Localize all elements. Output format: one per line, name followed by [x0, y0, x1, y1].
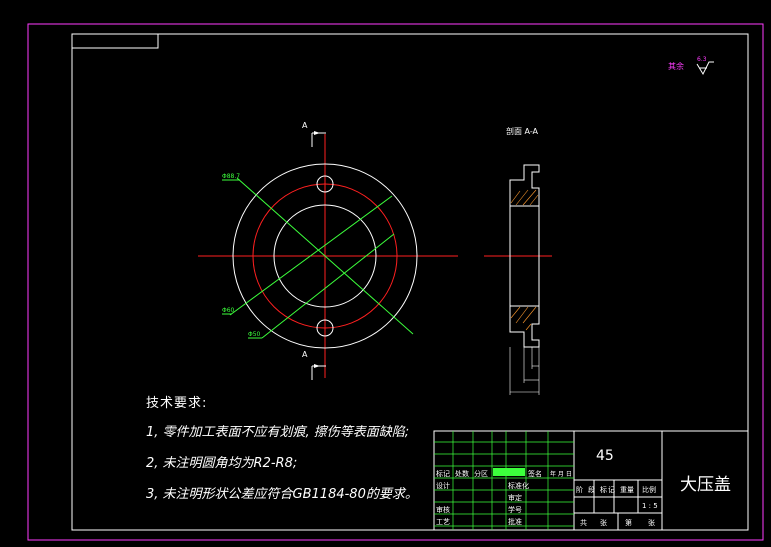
- tb-stage-4: 记: [608, 486, 615, 494]
- tb-zone: 分区: [474, 470, 488, 478]
- tb-stage-2: 段: [588, 486, 595, 494]
- front-view: [198, 131, 458, 380]
- material-label: 45: [596, 448, 614, 464]
- tb-mark: 标记: [436, 470, 450, 478]
- surface-finish-value: 6.3: [697, 56, 707, 63]
- tb-sheet-3: 第: [625, 519, 632, 527]
- tb-standard: 标准化: [508, 482, 529, 490]
- dim-label-bolt: Φ60: [222, 307, 235, 314]
- tb-sheet-4: 张: [648, 519, 655, 527]
- part-name: 大压盖: [680, 475, 731, 495]
- dim-label-outer: Φ88.7: [222, 173, 241, 180]
- tb-design: 设计: [436, 482, 450, 490]
- roughness-symbol-icon: [696, 61, 714, 76]
- section-title: 剖面 A-A: [506, 127, 539, 136]
- note-line-2: 2, 未注明圆角均为R2-R8;: [146, 456, 298, 471]
- tb-stage-3: 标: [600, 486, 607, 494]
- technical-requirements: 技术要求: 1, 零件加工表面不应有划痕, 擦伤等表面缺陷; 2, 未注明圆角均…: [146, 392, 418, 514]
- tb-sign: 签名: [528, 470, 542, 478]
- note-line-3: 3, 未注明形状公差应符合GB1184-80的要求。: [146, 487, 418, 502]
- section-marker-bottom: A: [302, 350, 308, 359]
- surface-finish-label: 其余: [668, 62, 684, 71]
- tb-check: 审核: [436, 506, 450, 514]
- title-block-green-grid: [434, 431, 574, 530]
- tb-scale-label: 比例: [642, 486, 656, 494]
- tb-approve: 批准: [508, 518, 522, 526]
- tb-student: 学号: [508, 506, 522, 514]
- notes-heading: 技术要求:: [146, 396, 208, 411]
- tb-sheet-2: 张: [600, 519, 607, 527]
- tb-count: 处数: [455, 470, 469, 478]
- dim-label-inner: Φ50: [248, 331, 261, 338]
- tb-date: 年 月 日: [550, 471, 572, 478]
- tb-sheet-1: 共: [580, 519, 587, 527]
- section-marker-top: A: [302, 121, 308, 130]
- tb-stage-1: 阶: [576, 486, 583, 494]
- tb-scale: 1 : 5: [642, 502, 658, 510]
- code-box: [71, 33, 159, 49]
- title-block-fill-bar: [493, 468, 525, 476]
- tb-review: 审定: [508, 494, 522, 502]
- tb-weight: 重量: [620, 486, 634, 494]
- tb-process: 工艺: [436, 518, 450, 526]
- section-view: [484, 164, 552, 395]
- note-line-1: 1, 零件加工表面不应有划痕, 擦伤等表面缺陷;: [146, 425, 410, 440]
